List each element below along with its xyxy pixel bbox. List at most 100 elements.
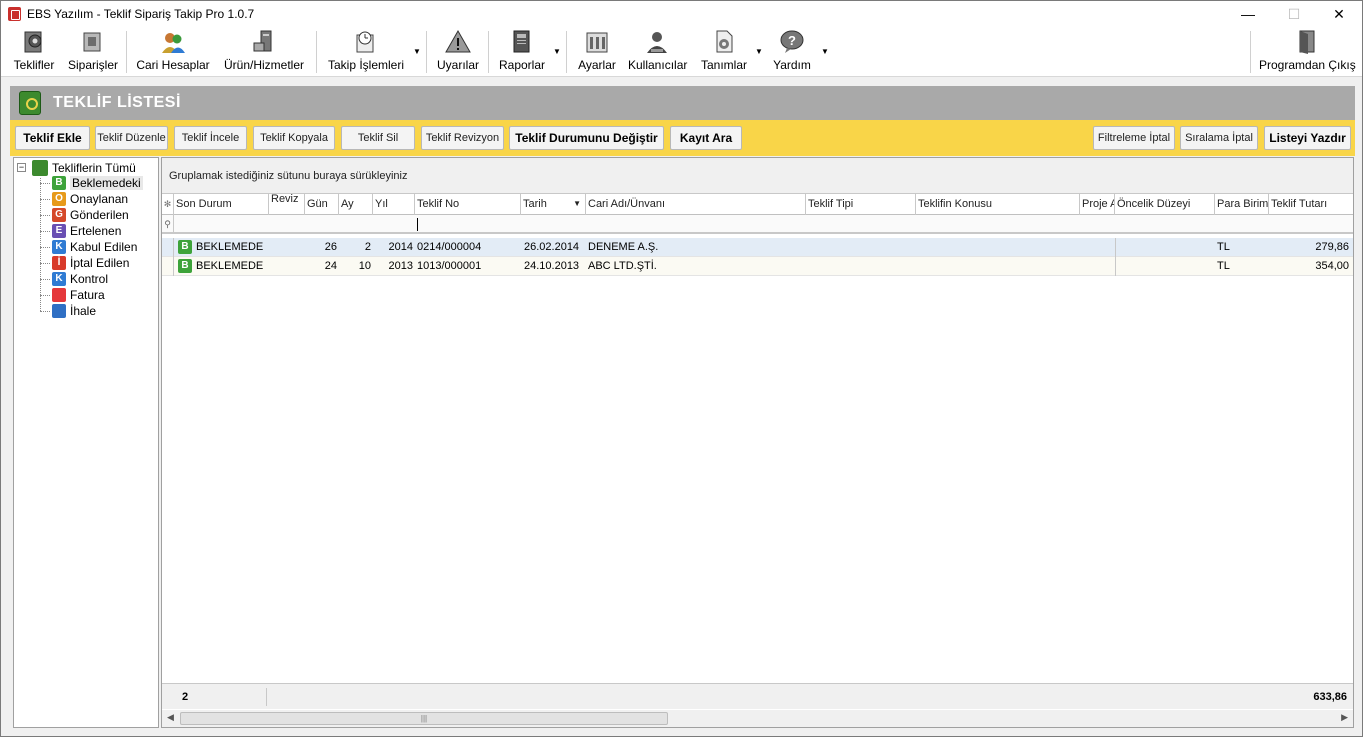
- column-proje-adi[interactable]: Proje Adı: [1080, 194, 1115, 215]
- toolbar-products-button[interactable]: Ürün/Hizmetler: [221, 29, 307, 75]
- add-quote-button[interactable]: Teklif Ekle: [15, 126, 90, 150]
- tender-badge-icon: [52, 304, 66, 318]
- column-tarih-label: Tarih: [523, 198, 547, 210]
- toolbar-accounts-button[interactable]: Cari Hesaplar: [136, 29, 210, 75]
- toolbar-separator: [1250, 31, 1251, 73]
- toolbar-orders-button[interactable]: Siparişler: [67, 29, 119, 75]
- column-header-row: ✻ Son Durum Reviz Gün Ay Yıl Teklif No T…: [162, 194, 1353, 215]
- column-ay[interactable]: Ay: [339, 194, 373, 215]
- search-record-button[interactable]: Kayıt Ara: [670, 126, 742, 150]
- cell-date: 24.10.2013: [524, 260, 580, 272]
- toolbar-users-button[interactable]: Kullanıcılar: [628, 29, 688, 75]
- help-dropdown-icon[interactable]: ▼: [821, 47, 829, 56]
- help-icon: ?: [780, 30, 804, 53]
- cell-account: ABC LTD.ŞTİ.: [588, 260, 657, 272]
- delete-quote-button[interactable]: Teklif Sil: [341, 126, 415, 150]
- orders-icon: [83, 32, 101, 52]
- toolbar-definitions-button[interactable]: Tanımlar: [698, 29, 750, 75]
- group-by-panel[interactable]: Gruplamak istediğiniz sütunu buraya sürü…: [162, 158, 1353, 194]
- toolbar-help-label: Yardım: [773, 58, 811, 72]
- sent-badge-icon: G: [52, 208, 66, 222]
- toolbar-reports-button[interactable]: Raporlar: [496, 29, 548, 75]
- print-list-button[interactable]: Listeyi Yazdır: [1264, 126, 1351, 150]
- close-button[interactable]: ✕: [1316, 1, 1362, 27]
- toolbar-tracking-button[interactable]: Takip İşlemleri: [325, 29, 407, 75]
- exit-icon: [1299, 30, 1315, 54]
- toolbar-help-button[interactable]: ? Yardım: [771, 29, 813, 75]
- title-bar: EBS Yazılım - Teklif Sipariş Takip Pro 1…: [1, 1, 1362, 27]
- pending-badge-icon: B: [52, 176, 66, 190]
- toolbar-settings-button[interactable]: Ayarlar: [576, 29, 618, 75]
- cell-year: 2013: [388, 260, 413, 272]
- scrollbar-thumb[interactable]: |||: [180, 712, 668, 725]
- edit-quote-button[interactable]: Teklif Düzenle: [95, 126, 168, 150]
- toolbar-orders-label: Siparişler: [67, 58, 118, 72]
- cell-day: 24: [324, 260, 337, 272]
- table-row[interactable]: B BEKLEMEDE 26 2 2014 0214/000004 26.02.…: [162, 238, 1353, 257]
- column-teklifin-konusu[interactable]: Teklifin Konusu: [916, 194, 1080, 215]
- group-hint: Gruplamak istediğiniz sütunu buraya sürü…: [169, 170, 408, 182]
- cell-status: BEKLEMEDE: [196, 241, 264, 253]
- app-logo-icon: [8, 7, 21, 21]
- cancel-filter-button[interactable]: Filtreleme İptal: [1093, 126, 1175, 150]
- column-teklif-tutari[interactable]: Teklif Tutarı: [1269, 194, 1353, 215]
- toolbar-quotes-button[interactable]: Teklifler: [11, 29, 57, 75]
- toolbar-exit-button[interactable]: Programdan Çıkış: [1259, 29, 1356, 75]
- column-reviz[interactable]: Reviz: [269, 194, 305, 215]
- reports-dropdown-icon[interactable]: ▼: [553, 47, 561, 56]
- column-teklif-no[interactable]: Teklif No: [415, 194, 521, 215]
- tracking-dropdown-icon[interactable]: ▼: [413, 47, 421, 56]
- auto-filter-row[interactable]: ⚲: [162, 215, 1353, 234]
- approved-badge-icon: O: [52, 192, 66, 206]
- tree-root-label: Tekliflerin Tümü: [52, 161, 136, 175]
- quote-revision-button[interactable]: Teklif Revizyon: [421, 126, 504, 150]
- tree-item-label: Kontrol: [70, 272, 109, 286]
- toolbar-exit-label: Programdan Çıkış: [1259, 58, 1356, 72]
- toolbar-warnings-button[interactable]: Uyarılar: [436, 29, 480, 75]
- column-yil[interactable]: Yıl: [373, 194, 415, 215]
- maximize-button[interactable]: ☐: [1271, 1, 1317, 27]
- definitions-dropdown-icon[interactable]: ▼: [755, 47, 763, 56]
- pending-badge-icon: B: [178, 259, 192, 273]
- column-para-birimi[interactable]: Para Birimi: [1215, 194, 1269, 215]
- cell-status: BEKLEMEDE: [196, 260, 264, 272]
- tree-item-label: Kabul Edilen: [70, 240, 138, 254]
- copy-quote-button[interactable]: Teklif Kopyala: [253, 126, 335, 150]
- column-gun[interactable]: Gün: [305, 194, 339, 215]
- cell-date: 26.02.2014: [524, 241, 580, 253]
- column-cari-adi[interactable]: Cari Adı/Ünvanı: [586, 194, 806, 215]
- tree-item-label: İptal Edilen: [70, 256, 130, 270]
- inspect-quote-button[interactable]: Teklif İncele: [174, 126, 247, 150]
- cell-day: 26: [324, 241, 337, 253]
- page-title: TEKLİF LİSTESİ: [53, 94, 181, 111]
- column-tarih[interactable]: Tarih ▼: [521, 194, 586, 215]
- grid-footer: 2 633,86: [162, 683, 1353, 709]
- accounts-icon: [162, 33, 185, 53]
- cell-year: 2014: [388, 241, 413, 253]
- scroll-left-icon[interactable]: ◀: [167, 712, 174, 723]
- column-oncelik[interactable]: Öncelik Düzeyi: [1115, 194, 1215, 215]
- minimize-button[interactable]: —: [1225, 1, 1271, 27]
- horizontal-scrollbar[interactable]: ◀ ||| ▶: [162, 710, 1353, 727]
- status-tree: − Tekliflerin Tümü B Beklemedeki O Onayl…: [13, 157, 159, 728]
- change-status-button[interactable]: Teklif Durumunu Değiştir: [509, 126, 664, 150]
- toolbar-users-label: Kullanıcılar: [628, 58, 688, 72]
- tracking-icon: [356, 31, 374, 53]
- svg-text:?: ?: [788, 33, 796, 48]
- column-son-durum[interactable]: Son Durum: [174, 194, 269, 215]
- cell-account: DENEME A.Ş.: [588, 241, 659, 253]
- table-row[interactable]: B BEKLEMEDE 24 10 2013 1013/000001 24.10…: [162, 257, 1353, 276]
- toolbar-products-label: Ürün/Hizmetler: [223, 58, 304, 72]
- cell-amount: 354,00: [1315, 260, 1349, 272]
- warning-icon: [445, 29, 471, 53]
- row-indicator-icon: ✻: [162, 194, 174, 215]
- scroll-right-icon[interactable]: ▶: [1341, 712, 1348, 723]
- collapse-icon[interactable]: −: [17, 163, 26, 172]
- tree-connector: [40, 178, 41, 311]
- cell-amount: 279,86: [1315, 241, 1349, 253]
- column-teklif-tipi[interactable]: Teklif Tipi: [806, 194, 916, 215]
- definitions-icon: [716, 30, 733, 53]
- settings-icon: [586, 32, 608, 53]
- cancel-sort-button[interactable]: Sıralama İptal: [1180, 126, 1258, 150]
- cell-currency: TL: [1217, 260, 1230, 272]
